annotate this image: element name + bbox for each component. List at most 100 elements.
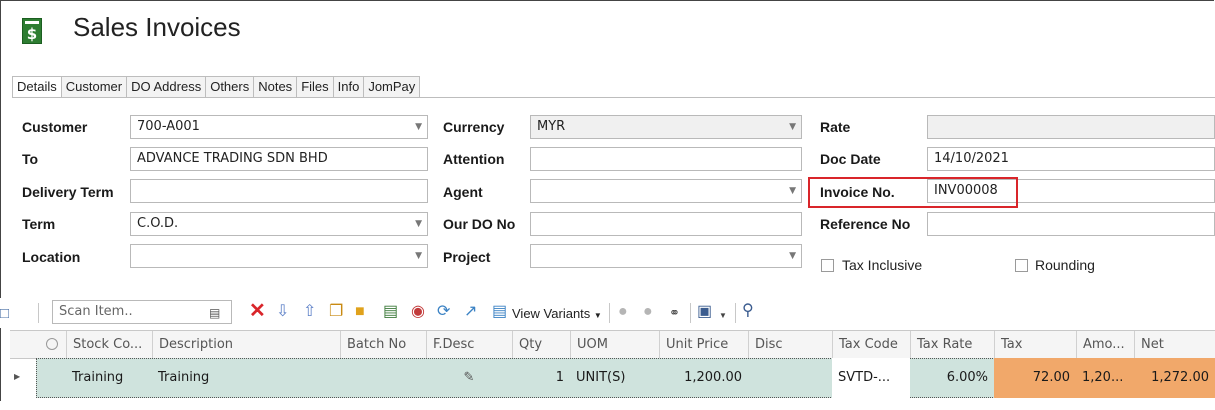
- cell-stock-code[interactable]: Training: [66, 358, 152, 398]
- cell-amount[interactable]: 1,20...: [1076, 358, 1134, 398]
- preview-icon[interactable]: ⚲: [742, 302, 754, 320]
- save-layout-icon[interactable]: ▣: [697, 303, 712, 321]
- location-label: Location: [22, 249, 81, 265]
- attention-field[interactable]: [530, 147, 802, 171]
- customer-value: 700-A001: [137, 119, 200, 134]
- col-description[interactable]: Description: [152, 331, 340, 358]
- disabled-circle-icon[interactable]: ●: [643, 303, 653, 321]
- term-value: C.O.D.: [137, 216, 179, 231]
- rate-field[interactable]: [927, 115, 1215, 139]
- search-item-icon[interactable]: ◉: [411, 303, 425, 321]
- chevron-down-icon[interactable]: ▼: [789, 180, 796, 202]
- col-f-desc[interactable]: F.Desc: [426, 331, 512, 358]
- tab-customer[interactable]: Customer: [61, 76, 128, 98]
- rate-label: Rate: [820, 119, 851, 135]
- cell-unit-price[interactable]: 1,200.00: [659, 358, 748, 398]
- toolbar-separator: [38, 303, 39, 323]
- chevron-down-icon[interactable]: ▼: [789, 245, 796, 267]
- doc-date-field[interactable]: 14/10/2021: [927, 147, 1215, 171]
- cell-batch-no[interactable]: [340, 358, 426, 398]
- toolbar-separator: [735, 303, 736, 323]
- chevron-down-icon[interactable]: ▼: [415, 245, 422, 267]
- refresh-icon[interactable]: ⟳: [437, 303, 450, 321]
- attention-label: Attention: [443, 151, 505, 167]
- col-amount[interactable]: Amo...: [1076, 331, 1134, 358]
- chevron-down-icon[interactable]: ▼: [415, 213, 422, 235]
- to-label: To: [22, 151, 39, 167]
- cell-qty[interactable]: 1: [512, 358, 570, 398]
- barcode-icon[interactable]: ▤: [209, 304, 220, 322]
- tab-do-address[interactable]: DO Address: [127, 76, 207, 98]
- rounding-checkbox[interactable]: [1015, 259, 1028, 272]
- doc-date-value: 14/10/2021: [934, 151, 1009, 166]
- move-up-icon[interactable]: ⇧: [303, 303, 316, 321]
- delete-icon[interactable]: ✕: [249, 301, 266, 321]
- tax-inclusive-checkbox[interactable]: [821, 259, 834, 272]
- currency-field[interactable]: MYR ▼: [530, 115, 802, 139]
- col-tax-code[interactable]: Tax Code: [832, 331, 910, 358]
- col-uom[interactable]: UOM: [570, 331, 659, 358]
- tab-jompay[interactable]: JomPay: [364, 76, 421, 98]
- scan-item-placeholder: Scan Item..: [59, 304, 133, 319]
- agent-label: Agent: [443, 184, 483, 200]
- disabled-circle-icon[interactable]: ●: [618, 303, 628, 321]
- location-field[interactable]: ▼: [130, 244, 428, 268]
- col-qty[interactable]: Qty: [512, 331, 570, 358]
- view-variants-label: View Variants: [512, 306, 591, 321]
- tab-notes[interactable]: Notes: [254, 76, 298, 98]
- cell-net[interactable]: 1,272.00: [1134, 358, 1215, 398]
- term-label: Term: [22, 216, 56, 232]
- toolbar-separator: [609, 303, 610, 323]
- view-variants-icon[interactable]: ▤: [492, 303, 507, 321]
- customer-label: Customer: [22, 119, 88, 135]
- reference-no-field[interactable]: [927, 212, 1215, 236]
- export-icon[interactable]: ↗: [464, 303, 477, 321]
- toolbar-separator: [690, 303, 691, 323]
- term-field[interactable]: C.O.D. ▼: [130, 212, 428, 236]
- col-tax[interactable]: Tax: [994, 331, 1076, 358]
- scan-item-input[interactable]: Scan Item..: [52, 300, 232, 324]
- our-do-no-field[interactable]: [530, 212, 802, 236]
- view-variants-button[interactable]: View Variants ▼: [512, 305, 602, 325]
- to-field[interactable]: ADVANCE TRADING SDN BHD: [130, 147, 428, 171]
- invoice-no-highlight: [808, 177, 1018, 208]
- row-indicator-icon: ▶: [14, 372, 21, 381]
- agent-field[interactable]: ▼: [530, 179, 802, 203]
- col-net[interactable]: Net: [1134, 331, 1215, 358]
- col-batch-no[interactable]: Batch No: [340, 331, 426, 358]
- tab-others[interactable]: Others: [206, 76, 255, 98]
- col-disc[interactable]: Disc: [748, 331, 832, 358]
- tax-inclusive-label: Tax Inclusive: [842, 257, 923, 273]
- cell-tax-rate[interactable]: 6.00%: [910, 358, 994, 398]
- dollar-document-icon: $: [22, 18, 42, 44]
- chevron-down-icon[interactable]: ▼: [719, 307, 727, 325]
- page-title: Sales Invoices: [73, 12, 241, 42]
- cell-tax-code[interactable]: SVTD-...: [832, 358, 910, 398]
- rounding-label: Rounding: [1035, 257, 1095, 273]
- paste-icon[interactable]: ■: [355, 303, 365, 321]
- list-icon[interactable]: ▤: [383, 303, 398, 321]
- copy-icon[interactable]: ❐: [329, 303, 343, 321]
- col-unit-price[interactable]: Unit Price: [659, 331, 748, 358]
- tab-info[interactable]: Info: [333, 76, 365, 98]
- move-down-icon[interactable]: ⇩: [276, 303, 289, 321]
- customer-field[interactable]: 700-A001 ▼: [130, 115, 428, 139]
- cell-uom[interactable]: UNIT(S): [570, 358, 659, 398]
- doc-date-label: Doc Date: [820, 151, 881, 167]
- cell-disc[interactable]: [748, 358, 832, 398]
- select-all-radio[interactable]: [46, 331, 60, 358]
- cell-tax[interactable]: 72.00: [994, 358, 1076, 398]
- currency-label: Currency: [443, 119, 505, 135]
- tab-details[interactable]: Details: [12, 76, 62, 98]
- edit-description-icon[interactable]: ✎: [426, 358, 512, 398]
- col-stock-code[interactable]: Stock Co...: [66, 331, 152, 358]
- tab-files[interactable]: Files: [297, 76, 334, 98]
- cell-description[interactable]: Training: [152, 358, 340, 398]
- project-field[interactable]: ▼: [530, 244, 802, 268]
- delivery-term-field[interactable]: [130, 179, 428, 203]
- col-tax-rate[interactable]: Tax Rate: [910, 331, 994, 358]
- new-row-icon[interactable]: □: [0, 305, 9, 323]
- binoculars-icon[interactable]: ⚭: [669, 304, 680, 322]
- chevron-down-icon[interactable]: ▼: [415, 116, 422, 138]
- chevron-down-icon[interactable]: ▼: [789, 116, 796, 138]
